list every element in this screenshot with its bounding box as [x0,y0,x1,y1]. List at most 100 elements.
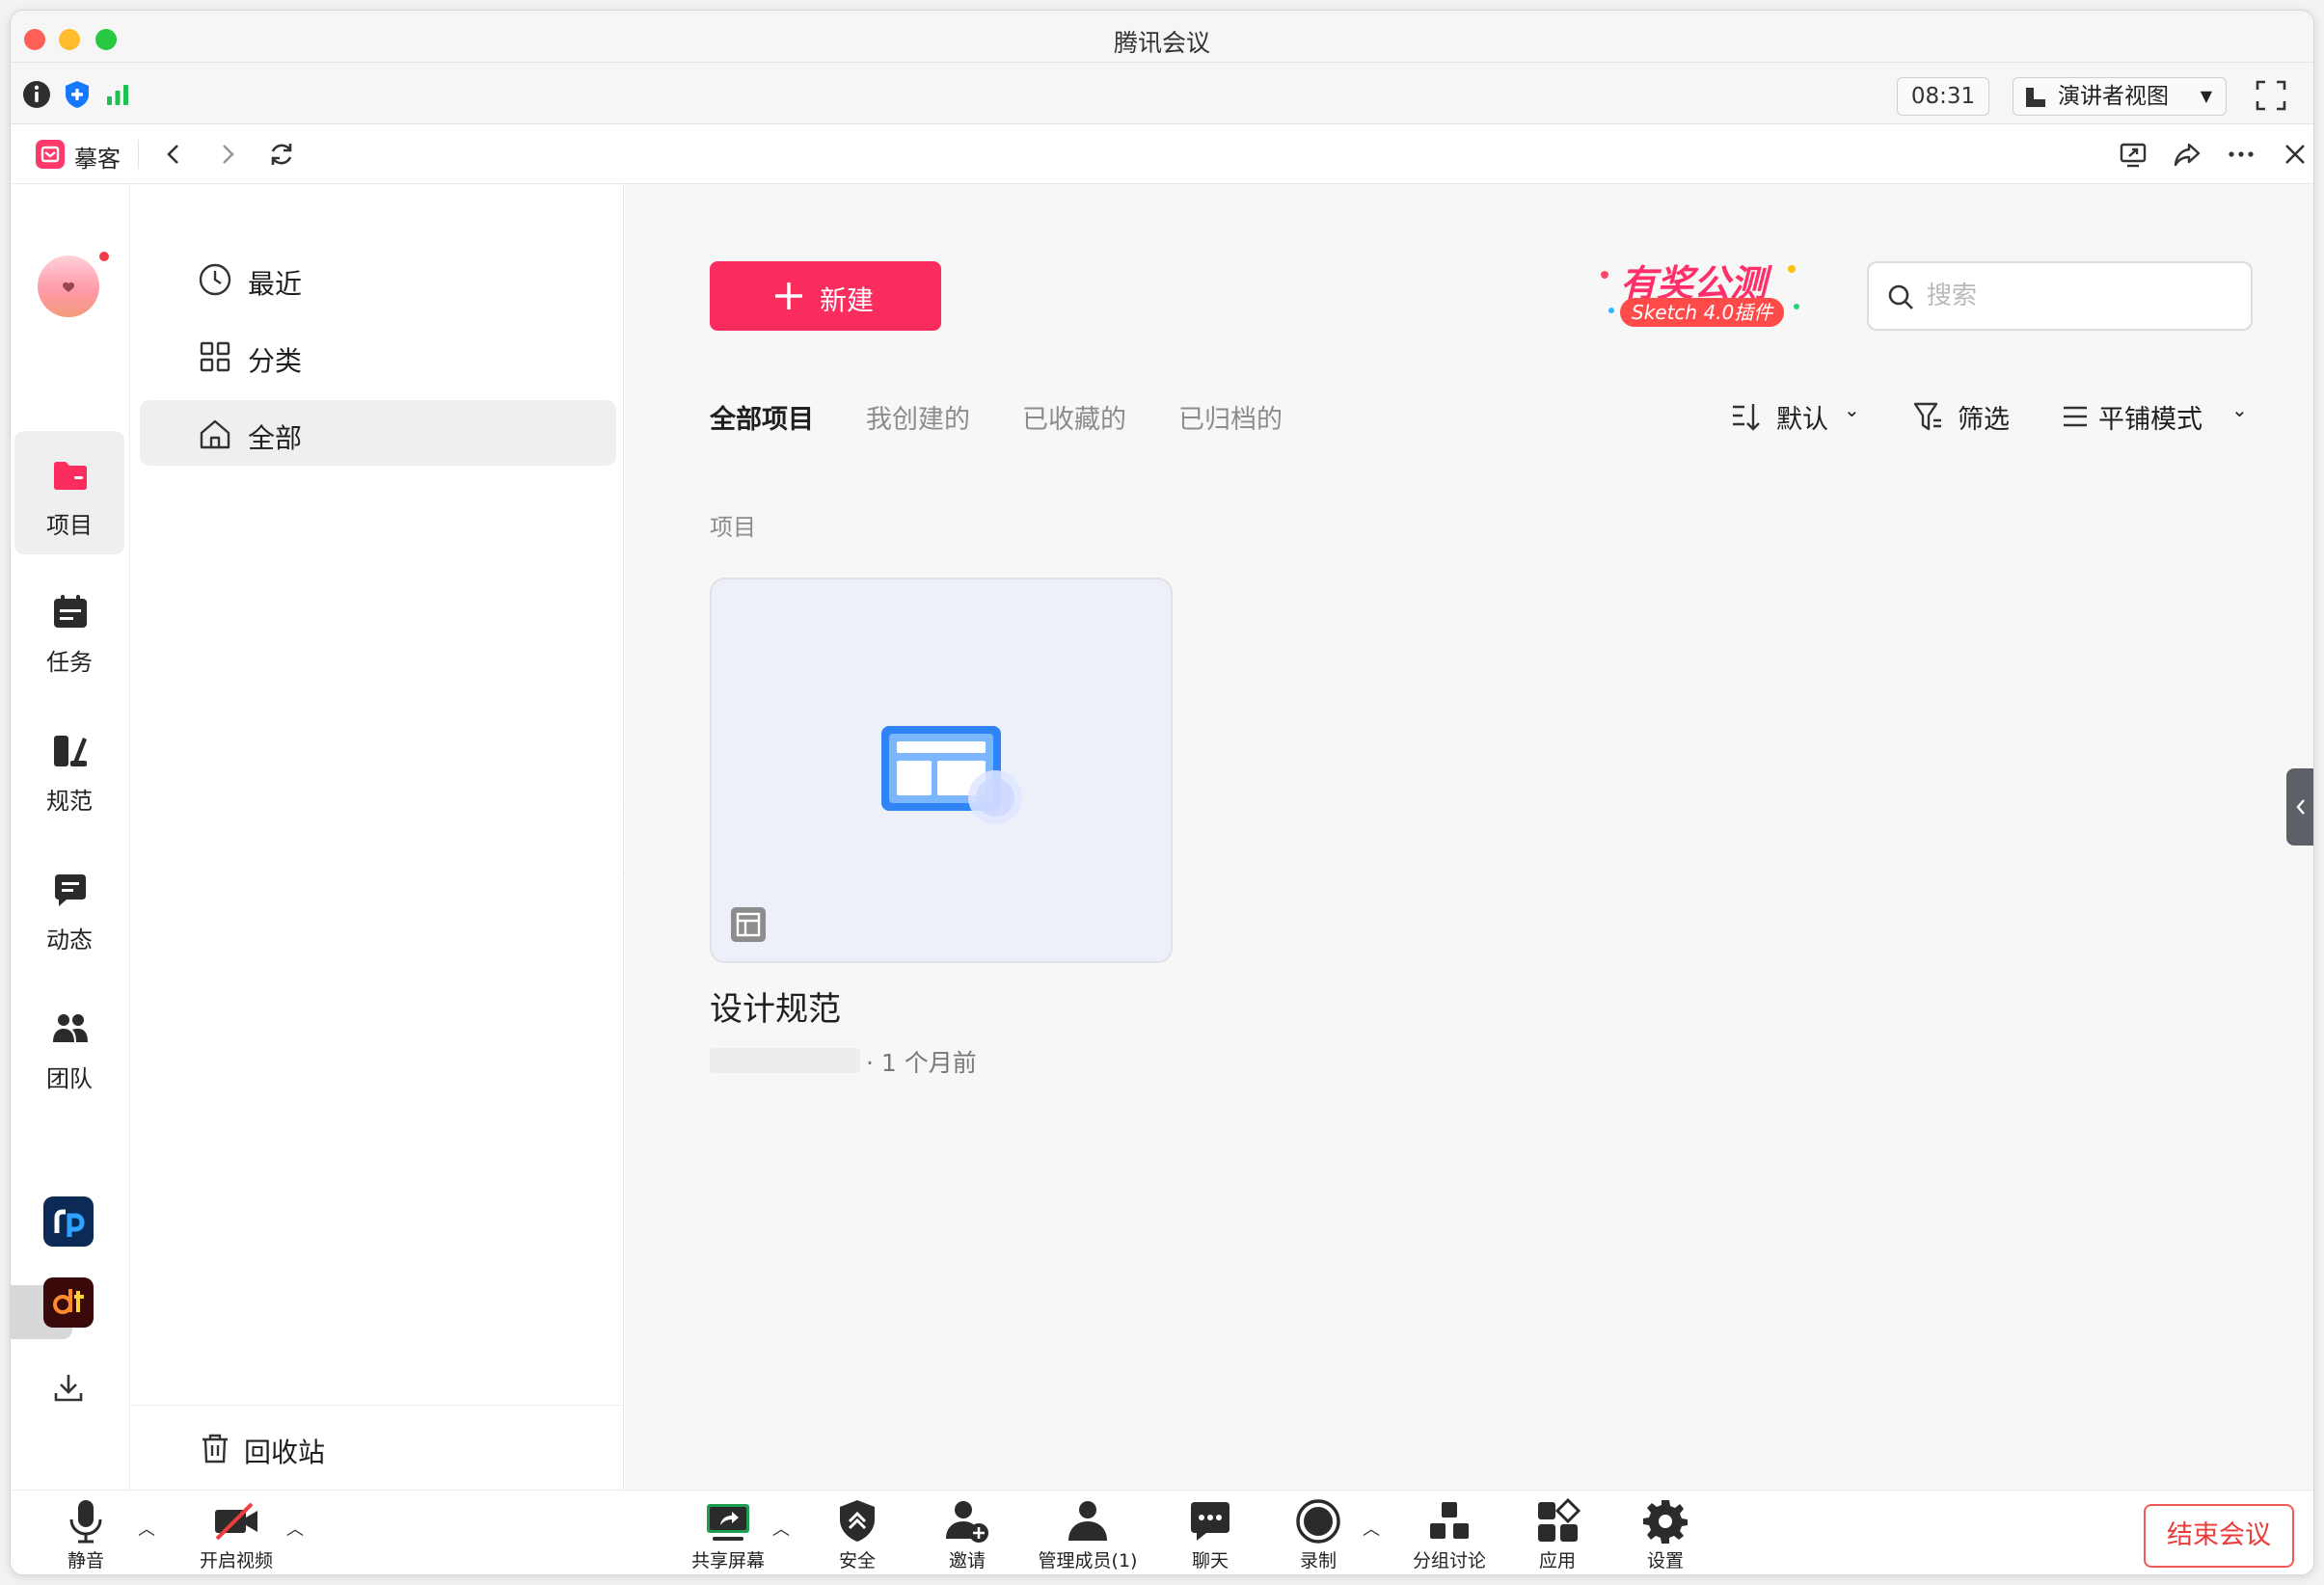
sidebar: 最近 分类 全部 回收站 [130,184,624,1490]
back-button[interactable] [157,138,190,171]
record-icon [1296,1499,1340,1544]
camera-off-icon [215,1502,257,1541]
chevron-down-icon: ⌄ [2231,398,2248,421]
chevron-up-icon[interactable]: ︿ [286,1516,304,1541]
chevron-up-icon[interactable]: ︿ [1363,1516,1380,1541]
project-card-title[interactable]: 设计规范 [710,982,841,1030]
plus-icon [775,282,802,309]
window-title: 腾讯会议 [1113,29,1210,57]
list-icon [2064,406,2087,427]
meeting-timer: 08:31 [1897,77,1989,116]
rail-item-team[interactable]: 团队 [14,984,124,1108]
start-video-button[interactable]: 开启视频 [190,1498,283,1574]
search-box[interactable] [1867,261,2253,331]
app-name: 摹客 [74,146,121,173]
download-icon[interactable] [51,1370,86,1405]
forward-button[interactable] [211,138,244,171]
share-screen-icon [707,1504,749,1541]
grid-icon [200,341,230,372]
rail-item-tasks[interactable]: 任务 [14,568,124,691]
divider [138,140,139,169]
chevron-down-icon: ⌄ [1844,398,1860,421]
network-signal-icon[interactable] [101,78,134,111]
rail-item-specs[interactable]: 规范 [14,707,124,830]
filter-icon [1913,402,1941,431]
avatar[interactable] [38,255,99,317]
rail-item-activity[interactable]: 动态 [14,846,124,969]
project-card-time: · 1 个月前 [866,1049,977,1077]
microphone-icon [69,1500,102,1544]
gear-icon [1643,1500,1688,1544]
tab-favorites[interactable]: 已收藏的 [1022,398,1126,436]
message-icon [55,874,86,906]
left-rail: 项目 任务 规范 动态 团队 [11,184,130,1490]
home-icon [200,419,230,449]
tab-all-projects[interactable]: 全部项目 [710,398,814,436]
sort-select[interactable]: 默认 ⌄ [1730,398,1865,437]
add-user-icon [946,1501,988,1543]
project-card[interactable] [710,578,1173,963]
team-icon [53,1014,88,1042]
end-meeting-button[interactable]: 结束会议 [2144,1504,2294,1568]
chat-icon [1191,1502,1230,1541]
promo-banner[interactable]: 有奖公测 Sketch 4.0插件 [1599,254,1801,335]
close-icon[interactable] [2279,138,2311,171]
prototype-type-icon [731,907,766,942]
project-owner-redacted [710,1048,860,1073]
design-tool-app-icon[interactable] [43,1277,94,1328]
side-panel-toggle[interactable] [2286,768,2313,846]
chat-button[interactable]: 聊天 [1179,1498,1241,1574]
notification-dot [97,250,111,263]
mute-button[interactable]: 静音 [55,1498,117,1574]
sidebar-item-all[interactable]: 全部 [140,400,616,466]
apps-button[interactable]: 应用 [1527,1498,1588,1574]
promo-subtitle: Sketch 4.0插件 [1620,298,1785,327]
app-window: 腾讯会议 08:31 演讲者视图 ▼ 摹客 项目 任务 规范 动态 团队 最近 … [10,10,2314,1575]
settings-button[interactable]: 设置 [1635,1498,1696,1574]
fullscreen-icon[interactable] [2252,76,2290,115]
search-icon [1888,284,1913,309]
meeting-control-bar: 静音 ︿ 开启视频 ︿ 共享屏幕 ︿ 安全 邀请 管理成员(1) 聊天 录制 ︿… [11,1490,2313,1574]
security-shield-icon[interactable] [61,78,94,111]
calendar-icon [54,595,87,628]
tab-archived[interactable]: 已归档的 [1178,398,1283,436]
main-content: 新建 有奖公测 Sketch 4.0插件 全部项目 我创建的 已收藏的 已归档的… [625,184,2313,1490]
trash-icon [203,1434,228,1464]
view-mode-toggle[interactable]: 平铺模式 ⌄ [2060,398,2253,437]
invite-button[interactable]: 邀请 [936,1498,998,1574]
new-project-button[interactable]: 新建 [710,261,941,331]
dropdown-arrow-icon: ▼ [2200,87,2212,105]
meeting-toolbar: 08:31 演讲者视图 ▼ [11,63,2313,124]
app-logo-icon [36,140,65,169]
tab-created-by-me[interactable]: 我创建的 [866,398,970,436]
spec-book-icon [54,736,87,766]
record-button[interactable]: 录制 [1287,1498,1349,1574]
security-button[interactable]: 安全 [826,1498,888,1574]
view-mode-label: 演讲者视图 [2058,84,2169,109]
chevron-up-icon[interactable]: ︿ [772,1516,790,1541]
chevron-up-icon[interactable]: ︿ [138,1516,155,1541]
security-shield-icon [840,1500,875,1542]
divider [130,1405,624,1406]
share-screen-button[interactable]: 共享屏幕 [686,1498,770,1574]
more-options-icon[interactable] [2225,138,2257,171]
section-label: 项目 [710,514,756,541]
breakout-rooms-button[interactable]: 分组讨论 [1407,1498,1492,1574]
sidebar-item-category[interactable]: 分类 [140,323,616,389]
apps-icon [1538,1498,1581,1542]
breakout-icon [1430,1502,1469,1539]
cast-screen-icon[interactable] [2117,138,2149,171]
clock-icon [199,263,231,296]
share-icon[interactable] [2171,138,2203,171]
rail-item-projects[interactable]: 项目 [14,431,124,554]
manage-members-button[interactable]: 管理成员(1) [1031,1498,1145,1574]
sidebar-item-trash[interactable]: 回收站 [140,1414,616,1480]
meeting-info-icon[interactable] [20,78,53,111]
search-input[interactable] [1927,277,2235,315]
sidebar-item-recent[interactable]: 最近 [140,246,616,311]
axure-rp-app-icon[interactable] [43,1196,94,1247]
filter-button[interactable]: 筛选 [1911,398,2017,437]
view-mode-select[interactable]: 演讲者视图 ▼ [2013,77,2227,116]
refresh-button[interactable] [265,138,298,171]
members-icon [1068,1501,1107,1541]
